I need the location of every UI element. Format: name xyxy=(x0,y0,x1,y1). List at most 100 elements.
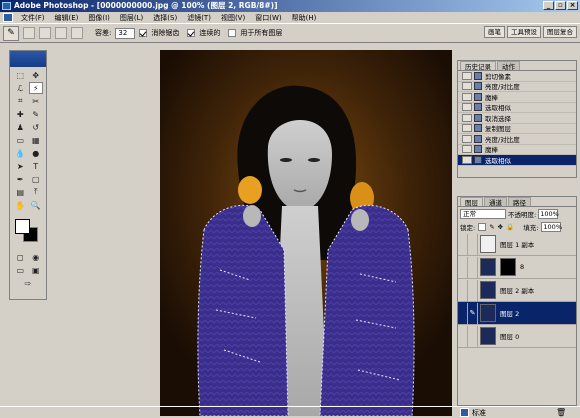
magic-wand-tool-icon[interactable]: ⚡ xyxy=(28,82,43,94)
history-item[interactable]: 剪切像素 xyxy=(458,71,576,82)
restore-button[interactable]: ▫ xyxy=(555,1,566,10)
quickmask-mode-icon[interactable]: ◉ xyxy=(29,251,44,263)
layer-row[interactable]: 图层 0 xyxy=(458,325,576,348)
layer-visibility-eye-icon[interactable] xyxy=(458,325,468,347)
add-selection-icon[interactable] xyxy=(39,27,51,39)
document-canvas[interactable] xyxy=(160,50,452,416)
eyedropper-tool-icon[interactable]: ⤒ xyxy=(29,186,44,198)
layer-link-brush-icon[interactable] xyxy=(468,325,478,347)
layer-row[interactable]: 图层 2 副本 xyxy=(458,279,576,302)
layer-visibility-eye-icon[interactable] xyxy=(458,233,468,255)
standard-mode-icon[interactable]: ◻ xyxy=(13,251,28,263)
tool-preset-picker[interactable]: ✎ xyxy=(3,25,19,41)
history-source-box[interactable] xyxy=(462,82,472,91)
history-item[interactable]: 亮度/对比度 xyxy=(458,82,576,92)
lock-all-icon[interactable]: 🔒 xyxy=(506,223,514,231)
crop-tool-icon[interactable]: ⌗ xyxy=(13,95,28,107)
opacity-input[interactable]: 100% xyxy=(538,208,559,219)
well-tab-tool-presets[interactable]: 工具预设 xyxy=(507,26,541,38)
lasso-tool-icon[interactable]: ℒ xyxy=(13,82,28,94)
tab-actions[interactable]: 动作 xyxy=(497,61,520,71)
tab-paths[interactable]: 路径 xyxy=(508,197,531,207)
hand-tool-icon[interactable]: ✋ xyxy=(13,199,28,211)
layer-link-brush-icon[interactable] xyxy=(468,279,478,301)
menu-window[interactable]: 窗口(W) xyxy=(253,13,283,23)
lock-pixels-icon[interactable]: ✎ xyxy=(489,223,494,231)
notes-tool-icon[interactable]: ▤ xyxy=(13,186,28,198)
brush-tool-icon[interactable]: ✎ xyxy=(29,108,44,120)
blend-mode-select[interactable]: 正常 xyxy=(460,208,506,219)
antialias-checkbox[interactable] xyxy=(139,29,148,37)
zoom-tool-icon[interactable]: 🔍 xyxy=(29,199,44,211)
move-tool-icon[interactable]: ✥ xyxy=(29,69,44,81)
menu-select[interactable]: 选择(S) xyxy=(151,13,179,23)
well-tab-brushes[interactable]: 画笔 xyxy=(484,26,505,38)
menu-help[interactable]: 帮助(H) xyxy=(290,13,319,23)
layer-row[interactable]: 8 xyxy=(458,256,576,279)
layer-row[interactable]: ✎ 图层 2 xyxy=(458,302,576,325)
layer-visibility-eye-icon[interactable] xyxy=(458,256,468,278)
history-item[interactable]: 复制图层 xyxy=(458,124,576,134)
new-selection-icon[interactable] xyxy=(23,27,35,39)
history-item[interactable]: 魔棒 xyxy=(458,145,576,155)
subtract-selection-icon[interactable] xyxy=(55,27,67,39)
menu-file[interactable]: 文件(F) xyxy=(19,13,47,23)
shape-tool-icon[interactable]: ▢ xyxy=(29,173,44,185)
history-brush-icon[interactable]: ↺ xyxy=(29,121,44,133)
fill-input[interactable]: 100% xyxy=(541,221,562,232)
type-tool-icon[interactable]: T xyxy=(29,160,44,172)
history-source-box[interactable] xyxy=(462,103,472,112)
history-item[interactable]: 亮度/对比度 xyxy=(458,134,576,145)
tab-history[interactable]: 历史记录 xyxy=(460,61,496,71)
eraser-tool-icon[interactable]: ▭ xyxy=(13,134,28,146)
layer-row[interactable]: 图层 1 副本 xyxy=(458,233,576,256)
trash-icon[interactable]: 🗑 xyxy=(556,408,566,417)
lock-transparency-checkbox[interactable] xyxy=(478,222,487,231)
history-source-box[interactable] xyxy=(462,124,472,133)
history-source-box[interactable] xyxy=(462,71,472,80)
menu-view[interactable]: 视图(V) xyxy=(219,13,247,23)
pen-tool-icon[interactable]: ✒ xyxy=(13,173,28,185)
lock-position-icon[interactable]: ✥ xyxy=(498,223,503,231)
intersect-selection-icon[interactable] xyxy=(71,27,83,39)
menu-edit[interactable]: 编辑(E) xyxy=(53,13,81,23)
menu-layer[interactable]: 图层(L) xyxy=(118,13,145,23)
history-source-box[interactable] xyxy=(462,155,472,164)
layer-visibility-eye-icon[interactable] xyxy=(458,279,468,301)
history-source-box[interactable] xyxy=(462,113,472,122)
close-button[interactable]: × xyxy=(567,1,578,10)
menu-filter[interactable]: 滤镜(T) xyxy=(185,13,213,23)
tolerance-input[interactable]: 32 xyxy=(115,27,136,39)
history-item[interactable]: 魔棒 xyxy=(458,92,576,103)
history-item[interactable]: 选取相似 xyxy=(458,155,576,166)
history-source-box[interactable] xyxy=(462,145,472,154)
document-icon[interactable] xyxy=(3,13,13,22)
all-layers-checkbox[interactable] xyxy=(228,29,237,37)
history-source-box[interactable] xyxy=(462,134,472,143)
dodge-tool-icon[interactable]: ● xyxy=(29,147,44,159)
marquee-tool-icon[interactable]: ⬚ xyxy=(13,69,28,81)
well-tab-layer-comps[interactable]: 图层复合 xyxy=(543,26,577,38)
foreground-color-swatch[interactable] xyxy=(15,219,30,234)
layer-link-brush-icon[interactable] xyxy=(468,233,478,255)
clone-stamp-icon[interactable]: ♟ xyxy=(13,121,28,133)
healing-brush-icon[interactable]: ✚ xyxy=(13,108,28,120)
blur-tool-icon[interactable]: 💧 xyxy=(13,147,28,159)
screen-mode-full-icon[interactable]: ▣ xyxy=(29,264,44,276)
layer-visibility-eye-icon[interactable] xyxy=(458,302,468,324)
history-item[interactable]: 取消选择 xyxy=(458,113,576,124)
menu-image[interactable]: 图像(I) xyxy=(86,13,112,23)
tab-layers[interactable]: 图层 xyxy=(460,197,483,207)
layer-link-brush-icon[interactable]: ✎ xyxy=(468,302,478,324)
minimize-button[interactable]: _ xyxy=(543,1,554,10)
history-source-box[interactable] xyxy=(462,92,472,101)
screen-mode-standard-icon[interactable]: ▭ xyxy=(13,264,28,276)
history-item[interactable]: 选取相似 xyxy=(458,103,576,113)
path-select-icon[interactable]: ➤ xyxy=(13,160,28,172)
slice-tool-icon[interactable]: ✂ xyxy=(29,95,44,107)
contiguous-checkbox[interactable] xyxy=(187,29,196,37)
gradient-tool-icon[interactable]: ▦ xyxy=(29,134,44,146)
jump-to-imageready-icon[interactable]: ⇨ xyxy=(13,277,43,289)
tab-channels[interactable]: 通道 xyxy=(484,197,507,207)
layer-link-brush-icon[interactable] xyxy=(468,256,478,278)
